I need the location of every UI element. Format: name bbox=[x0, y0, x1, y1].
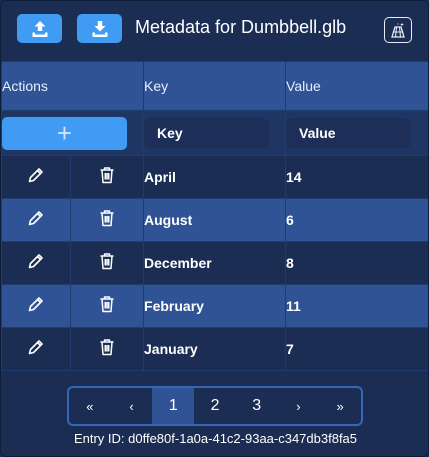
table-row: December 8 bbox=[1, 241, 428, 285]
delete-button[interactable] bbox=[69, 241, 145, 285]
edit-button[interactable] bbox=[1, 327, 71, 371]
row-key: April bbox=[143, 155, 287, 199]
download-icon bbox=[92, 20, 107, 37]
pencil-icon bbox=[28, 210, 43, 225]
row-value: 14 bbox=[285, 155, 428, 199]
column-header-actions: Actions bbox=[1, 61, 145, 111]
ar-grid-icon bbox=[391, 22, 405, 38]
pencil-icon bbox=[28, 253, 43, 268]
value-input[interactable] bbox=[286, 118, 412, 148]
key-input[interactable] bbox=[144, 118, 270, 148]
download-button[interactable] bbox=[77, 14, 122, 43]
pencil-icon bbox=[28, 339, 43, 354]
column-header-key: Key bbox=[143, 61, 287, 111]
table-header-row: Actions Key Value bbox=[1, 61, 428, 111]
entry-id-label: Entry ID: d0ffe80f-1a0a-41c2-93aa-c347db… bbox=[73, 431, 358, 446]
row-value: 11 bbox=[285, 284, 428, 328]
trash-icon bbox=[100, 295, 114, 312]
table-row: January 7 bbox=[1, 327, 428, 371]
delete-button[interactable] bbox=[69, 155, 145, 199]
edit-button[interactable] bbox=[1, 241, 71, 285]
trash-icon bbox=[100, 338, 114, 355]
edit-button[interactable] bbox=[1, 155, 71, 199]
add-entry-button[interactable]: + bbox=[2, 116, 127, 150]
upload-button[interactable] bbox=[17, 14, 62, 43]
delete-button[interactable] bbox=[69, 198, 145, 242]
page-button-3[interactable]: 3 bbox=[236, 388, 278, 424]
add-entry-row: + bbox=[1, 110, 428, 156]
row-value: 6 bbox=[285, 198, 428, 242]
page-title: Metadata for Dumbbell.glb bbox=[135, 17, 347, 37]
trash-icon bbox=[100, 166, 114, 183]
ar-view-button[interactable] bbox=[384, 17, 412, 43]
delete-button[interactable] bbox=[69, 284, 145, 328]
row-key: February bbox=[143, 284, 287, 328]
table-row: April 14 bbox=[1, 155, 428, 199]
row-value: 7 bbox=[285, 327, 428, 371]
row-key: December bbox=[143, 241, 287, 285]
last-page-button[interactable]: » bbox=[319, 388, 361, 424]
edit-button[interactable] bbox=[1, 198, 71, 242]
trash-icon bbox=[100, 252, 114, 269]
first-page-button[interactable]: « bbox=[69, 388, 111, 424]
edit-button[interactable] bbox=[1, 284, 71, 328]
metadata-panel: Metadata for Dumbbell.glb Actions Key Va… bbox=[0, 0, 429, 457]
page-button-2[interactable]: 2 bbox=[194, 388, 236, 424]
upload-icon bbox=[32, 20, 47, 37]
delete-button[interactable] bbox=[69, 327, 145, 371]
plus-icon: + bbox=[56, 118, 73, 148]
table-row: February 11 bbox=[1, 284, 428, 328]
metadata-table: Actions Key Value + April bbox=[1, 61, 428, 371]
row-key: January bbox=[143, 327, 287, 371]
row-key: August bbox=[143, 198, 287, 242]
pencil-icon bbox=[28, 296, 43, 311]
pencil-icon bbox=[28, 167, 43, 182]
pagination: « ‹ 1 2 3 › » bbox=[67, 386, 363, 426]
table-row: August 6 bbox=[1, 198, 428, 242]
page-button-1[interactable]: 1 bbox=[152, 388, 195, 424]
column-header-value: Value bbox=[285, 61, 428, 111]
next-page-button[interactable]: › bbox=[278, 388, 320, 424]
trash-icon bbox=[100, 209, 114, 226]
row-value: 8 bbox=[285, 241, 428, 285]
previous-page-button[interactable]: ‹ bbox=[111, 388, 153, 424]
panel-header: Metadata for Dumbbell.glb bbox=[1, 1, 428, 61]
